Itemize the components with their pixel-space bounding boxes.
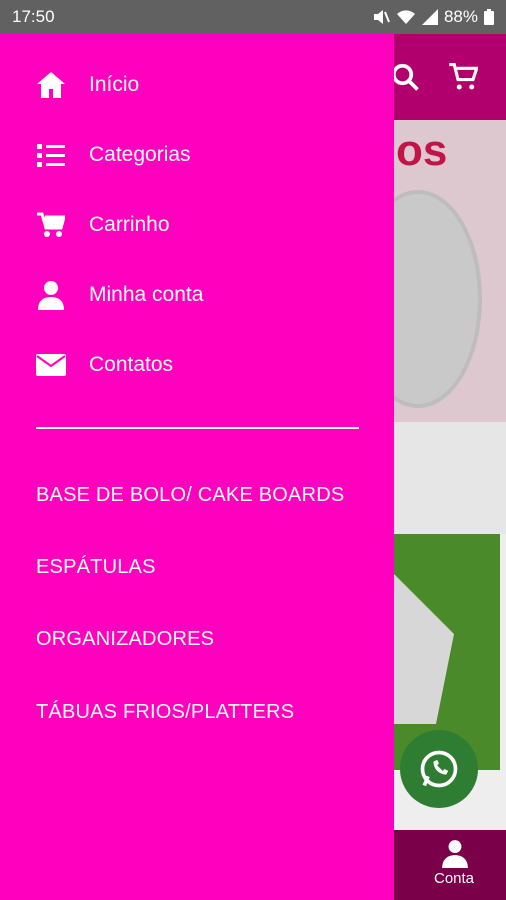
navigation-drawer: Início Categorias Carrinho Minha conta C…	[0, 34, 394, 900]
cart-icon	[36, 210, 66, 240]
mute-icon	[373, 10, 390, 24]
wifi-icon	[396, 10, 415, 24]
mail-icon	[36, 350, 66, 380]
account-icon[interactable]	[442, 838, 468, 868]
category-item[interactable]: ESPÁTULAS	[36, 556, 156, 579]
whatsapp-button[interactable]	[400, 730, 478, 808]
home-icon	[36, 70, 66, 100]
bottom-nav-label[interactable]: Conta	[434, 870, 474, 887]
user-icon	[36, 280, 66, 310]
drawer-item-minha-conta[interactable]: Minha conta	[0, 265, 394, 325]
promo-banner[interactable]: os	[354, 120, 506, 422]
banner-title: os	[396, 126, 448, 175]
category-item[interactable]: BASE DE BOLO/ CAKE BOARDS	[36, 484, 344, 507]
drawer-item-label: Início	[89, 73, 140, 96]
content-area	[394, 422, 506, 534]
drawer-divider	[36, 427, 359, 429]
category-item[interactable]: ORGANIZADORES	[36, 628, 214, 651]
list-icon	[36, 140, 66, 170]
category-item[interactable]: TÁBUAS FRIOS/PLATTERS	[36, 701, 294, 724]
battery-icon	[484, 9, 494, 25]
whatsapp-icon	[420, 750, 458, 788]
drawer-item-label: Contatos	[89, 353, 174, 376]
drawer-item-label: Categorias	[89, 143, 191, 166]
status-time: 17:50	[12, 7, 55, 26]
drawer-item-label: Carrinho	[89, 213, 170, 236]
status-bar: 17:50 88%	[0, 0, 506, 34]
drawer-item-carrinho[interactable]: Carrinho	[0, 195, 394, 255]
search-icon[interactable]	[390, 62, 420, 92]
drawer-item-label: Minha conta	[89, 283, 204, 306]
signal-icon	[421, 9, 438, 25]
drawer-item-inicio[interactable]: Início	[0, 55, 394, 115]
battery-percent: 88%	[443, 7, 478, 26]
status-icons: 88%	[372, 7, 494, 27]
drawer-item-categorias[interactable]: Categorias	[0, 125, 394, 185]
cart-icon[interactable]	[448, 62, 478, 92]
drawer-item-contatos[interactable]: Contatos	[0, 335, 394, 395]
bottom-nav: Conta	[394, 830, 506, 900]
